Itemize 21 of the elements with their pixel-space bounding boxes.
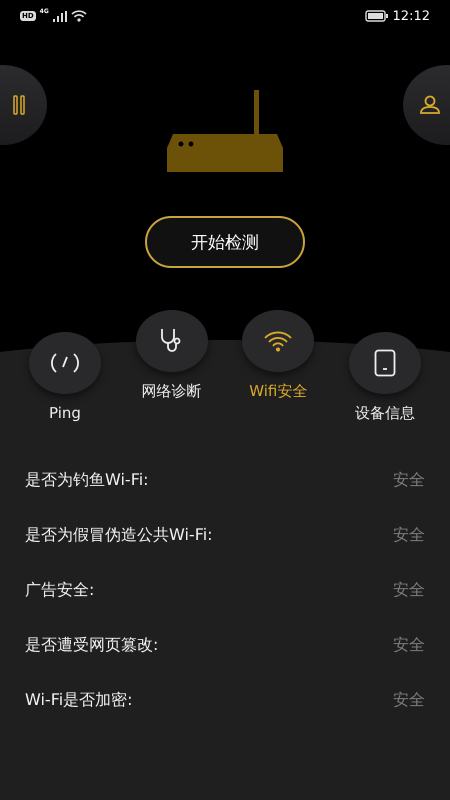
check-label: Wi-Fi是否加密:	[25, 690, 133, 711]
battery-icon	[364, 10, 389, 22]
router-icon	[165, 90, 285, 174]
gauge-icon	[49, 351, 81, 375]
check-result: 安全	[393, 635, 425, 656]
check-result: 安全	[393, 580, 425, 601]
pause-icon	[13, 95, 25, 115]
check-result: 安全	[393, 470, 425, 491]
clock-time: 12:12	[392, 8, 430, 24]
check-result: 安全	[393, 525, 425, 546]
check-label: 广告安全:	[25, 580, 94, 601]
user-icon	[419, 95, 441, 115]
check-label: 是否遭受网页篡改:	[25, 635, 158, 656]
tablet-icon	[374, 349, 396, 377]
check-label: 是否为钓鱼Wi-Fi:	[25, 470, 149, 491]
start-detection-button[interactable]: 开始检测	[145, 216, 305, 268]
check-result: 安全	[393, 690, 425, 711]
wifi-icon	[263, 330, 294, 352]
signal-icon	[52, 10, 67, 22]
wifi-icon	[70, 10, 87, 22]
check-label: 是否为假冒伪造公共Wi-Fi:	[25, 525, 213, 546]
